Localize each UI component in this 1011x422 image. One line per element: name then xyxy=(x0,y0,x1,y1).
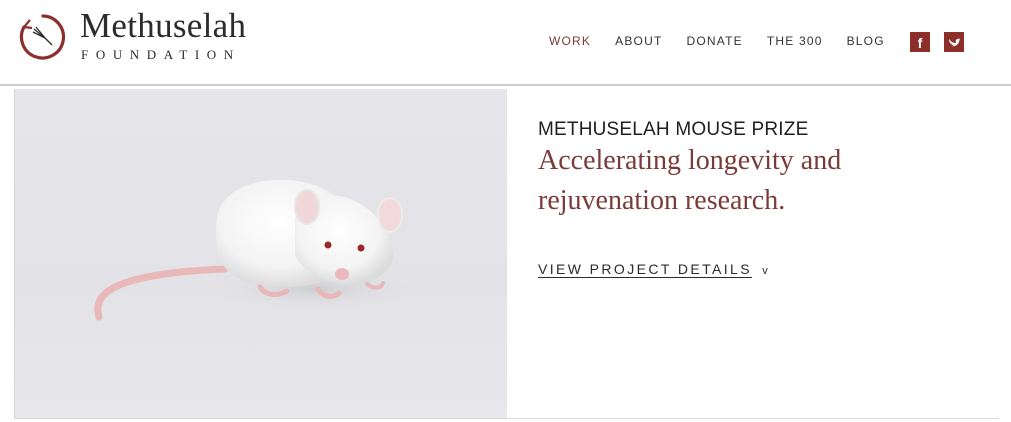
brand-title: Methuselah xyxy=(80,6,247,45)
nav-item-donate[interactable]: DONATE xyxy=(686,34,742,48)
hero-eyebrow: METHUSELAH MOUSE PRIZE xyxy=(538,119,809,140)
svg-text:f: f xyxy=(918,35,923,51)
twitter-button[interactable] xyxy=(944,32,964,52)
hero-headline: Accelerating longevity and rejuvenation … xyxy=(538,145,842,216)
view-project-details-label: VIEW PROJECT DETAILS xyxy=(538,261,752,277)
hero-content: METHUSELAH MOUSE PRIZE Accelerating long… xyxy=(507,89,999,418)
view-project-details-link[interactable]: VIEW PROJECT DETAILS v xyxy=(538,261,768,277)
hero-section: METHUSELAH MOUSE PRIZE Accelerating long… xyxy=(14,89,999,419)
main-nav: WORK ABOUT DONATE THE 300 BLOG xyxy=(549,34,909,48)
nav-item-work[interactable]: WORK xyxy=(549,34,591,48)
site-header: Methuselah FOUNDATION WORK ABOUT DONATE … xyxy=(0,0,1011,86)
nav-item-about[interactable]: ABOUT xyxy=(615,34,662,48)
twitter-icon xyxy=(949,38,960,47)
brand-subtitle: FOUNDATION xyxy=(81,47,241,62)
hourglass-circle-icon xyxy=(19,14,66,60)
facebook-icon: f xyxy=(918,35,923,51)
white-mouse-image xyxy=(15,89,507,418)
chevron-down-icon: v xyxy=(762,265,768,277)
nav-item-the-300[interactable]: THE 300 xyxy=(767,34,823,48)
facebook-button[interactable]: f xyxy=(910,32,930,52)
mouse-illustration xyxy=(94,179,425,321)
site-logo[interactable]: Methuselah FOUNDATION xyxy=(18,6,288,70)
nav-item-blog[interactable]: BLOG xyxy=(847,34,885,48)
